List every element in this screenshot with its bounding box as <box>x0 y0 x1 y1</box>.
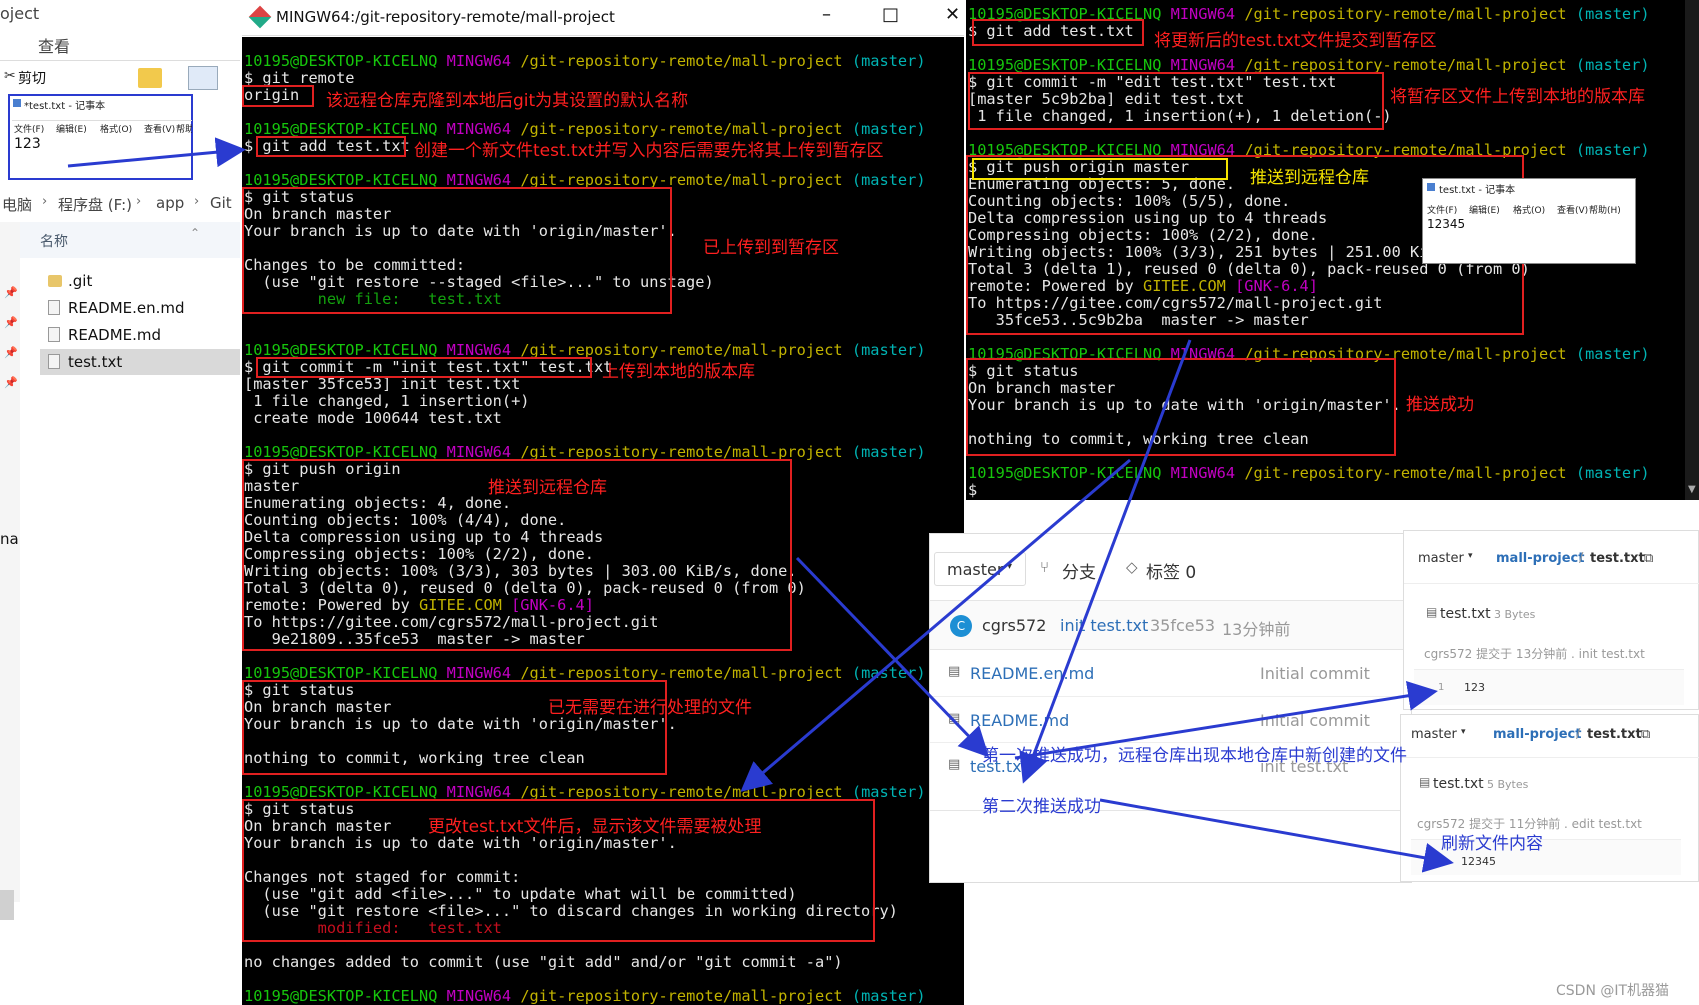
arrow <box>1099 798 1454 873</box>
watermark: CSDN @IT机器猫 <box>1556 983 1670 999</box>
annotation-arrows <box>67 137 1454 873</box>
arrow <box>740 458 1131 792</box>
annotation: 第一次推送成功，远程仓库出现本地仓库中新创建的文件 <box>982 746 1407 766</box>
arrow <box>1019 339 1192 784</box>
annotation: 第二次推送成功 <box>982 797 1101 817</box>
arrow <box>67 137 246 168</box>
arrow <box>795 556 990 758</box>
